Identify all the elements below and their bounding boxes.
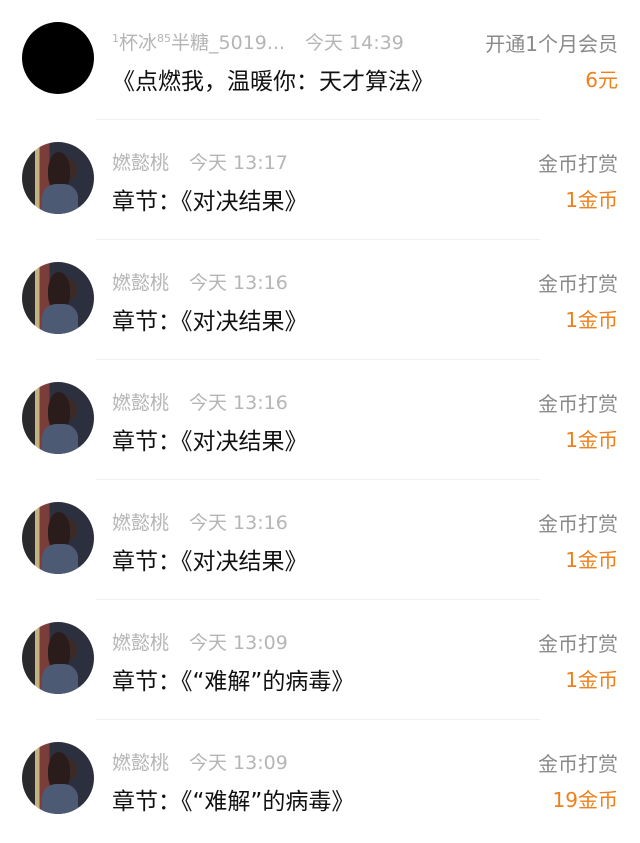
user-name: 㜣懿桃 <box>112 512 170 534</box>
user-name: 㜣懿桃 <box>112 272 170 294</box>
list-item[interactable]: 㜣懿桃 今天 13:16 章节：《对决结果》 金币打赏 1金币 <box>0 479 640 600</box>
item-meta: 㜣懿桃 今天 13:16 <box>112 388 288 415</box>
item-title: 章节：《“难解”的病毒》 <box>112 789 355 815</box>
item-meta: 1杯冰85半糖_5019... 今天 14:39 <box>112 28 404 55</box>
user-name: 㜣懿桃 <box>112 632 170 654</box>
record-amount: 1金币 <box>565 548 618 572</box>
item-title: 章节：《对决结果》 <box>112 309 308 335</box>
timestamp: 今天 13:09 <box>189 752 288 774</box>
avatar[interactable] <box>22 382 94 454</box>
user-name: 㜣懿桃 <box>112 392 170 414</box>
record-amount: 1金币 <box>565 308 618 332</box>
item-title: 章节：《对决结果》 <box>112 549 308 575</box>
avatar[interactable] <box>22 502 94 574</box>
timestamp: 今天 13:16 <box>189 512 288 534</box>
item-meta: 㜣懿桃 今天 13:09 <box>112 748 288 775</box>
list-item[interactable]: 㜣懿桃 今天 13:09 章节：《“难解”的病毒》 金币打赏 19金币 <box>0 719 640 840</box>
record-type: 金币打赏 <box>538 152 618 176</box>
avatar[interactable] <box>22 622 94 694</box>
item-title: 章节：《对决结果》 <box>112 429 308 455</box>
item-title: 章节：《“难解”的病毒》 <box>112 669 355 695</box>
record-type: 金币打赏 <box>538 392 618 416</box>
timestamp: 今天 14:39 <box>305 32 404 54</box>
avatar[interactable] <box>22 22 94 94</box>
list-item[interactable]: 1杯冰85半糖_5019... 今天 14:39 《点燃我，温暖你：天才算法》 开… <box>0 0 640 120</box>
user-name: 㜣懿桃 <box>112 752 170 774</box>
item-meta: 㜣懿桃 今天 13:16 <box>112 508 288 535</box>
record-amount: 1金币 <box>565 668 618 692</box>
item-title: 章节：《对决结果》 <box>112 189 308 215</box>
list-item[interactable]: 㜣懿桃 今天 13:16 章节：《对决结果》 金币打赏 1金币 <box>0 239 640 360</box>
avatar[interactable] <box>22 142 94 214</box>
list-item[interactable]: 㜣懿桃 今天 13:16 章节：《对决结果》 金币打赏 1金币 <box>0 359 640 480</box>
avatar[interactable] <box>22 742 94 814</box>
record-amount: 19金币 <box>552 788 618 812</box>
item-meta: 㜣懿桃 今天 13:09 <box>112 628 288 655</box>
list-item[interactable]: 㜣懿桃 今天 13:17 章节：《对决结果》 金币打赏 1金币 <box>0 119 640 240</box>
timestamp: 今天 13:17 <box>189 152 288 174</box>
record-type: 开通1个月会员 <box>485 32 618 56</box>
record-type: 金币打赏 <box>538 632 618 656</box>
record-type: 金币打赏 <box>538 272 618 296</box>
item-meta: 㜣懿桃 今天 13:16 <box>112 268 288 295</box>
item-meta: 㜣懿桃 今天 13:17 <box>112 148 288 175</box>
record-amount: 6元 <box>585 68 618 92</box>
list-item[interactable]: 㜣懿桃 今天 13:09 章节：《“难解”的病毒》 金币打赏 1金币 <box>0 599 640 720</box>
record-amount: 1金币 <box>565 188 618 212</box>
avatar[interactable] <box>22 262 94 334</box>
record-type: 金币打赏 <box>538 752 618 776</box>
reward-record-list: 1杯冰85半糖_5019... 今天 14:39 《点燃我，温暖你：天才算法》 开… <box>0 0 640 840</box>
item-title: 《点燃我，温暖你：天才算法》 <box>112 69 434 95</box>
user-name: 㜣懿桃 <box>112 152 170 174</box>
timestamp: 今天 13:16 <box>189 392 288 414</box>
record-type: 金币打赏 <box>538 512 618 536</box>
record-amount: 1金币 <box>565 428 618 452</box>
user-name: 1杯冰85半糖_5019... <box>112 32 285 54</box>
timestamp: 今天 13:09 <box>189 632 288 654</box>
timestamp: 今天 13:16 <box>189 272 288 294</box>
